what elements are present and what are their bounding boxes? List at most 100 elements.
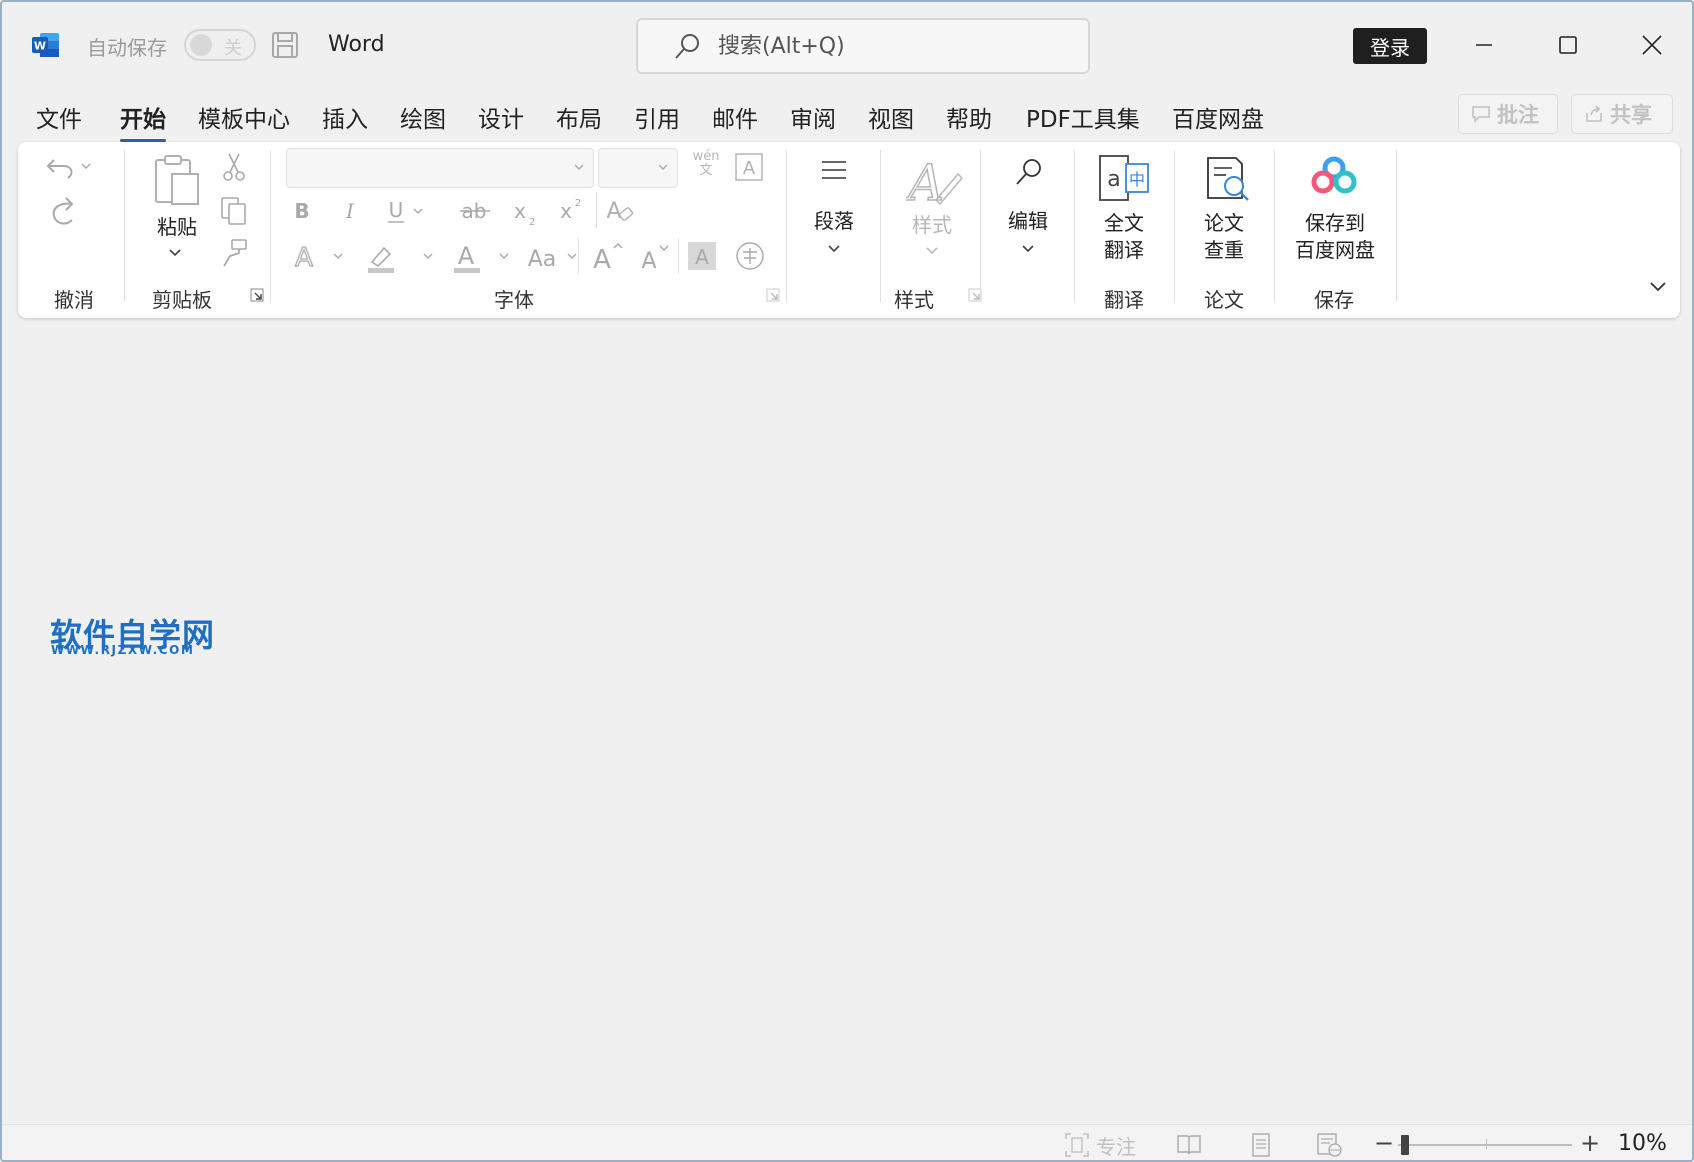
- tab-home[interactable]: 开始: [120, 100, 166, 142]
- tab-mailings[interactable]: 邮件: [712, 100, 758, 134]
- save-baidu-label-line2[interactable]: 百度网盘: [1280, 237, 1390, 264]
- word-app-icon[interactable]: W: [32, 32, 60, 58]
- svg-text:A: A: [641, 249, 656, 272]
- group-divider: [678, 238, 679, 274]
- focus-mode-button[interactable]: 专注: [1064, 1131, 1136, 1159]
- chevron-down-icon[interactable]: [657, 161, 669, 173]
- tab-review[interactable]: 审阅: [790, 100, 836, 134]
- find-icon[interactable]: [1012, 156, 1044, 190]
- font-name-combo[interactable]: [286, 148, 594, 188]
- zoom-level[interactable]: 10%: [1618, 1131, 1667, 1156]
- zoom-in-button[interactable]: +: [1580, 1129, 1600, 1157]
- text-effects-icon[interactable]: A: [290, 240, 346, 274]
- grow-font-icon[interactable]: A: [590, 240, 626, 272]
- tab-design[interactable]: 设计: [478, 100, 524, 134]
- tab-view[interactable]: 视图: [868, 100, 914, 134]
- underline-icon[interactable]: U: [386, 198, 426, 224]
- highlight-icon[interactable]: [364, 240, 434, 276]
- dialog-launcher-icon[interactable]: [250, 288, 264, 302]
- ribbon-collapse-icon[interactable]: [1648, 280, 1668, 294]
- svg-text:a: a: [1107, 167, 1120, 192]
- character-border-icon[interactable]: A: [734, 152, 764, 182]
- minimize-icon[interactable]: [1464, 28, 1504, 64]
- paper-check-icon[interactable]: [1202, 154, 1254, 206]
- editing-label[interactable]: 编辑: [998, 208, 1058, 235]
- save-icon[interactable]: [270, 30, 300, 60]
- read-mode-icon[interactable]: [1176, 1133, 1202, 1157]
- clear-formatting-icon[interactable]: A: [604, 194, 638, 226]
- translate-label-line2[interactable]: 翻译: [1094, 237, 1154, 264]
- share-button[interactable]: 共享: [1571, 94, 1673, 134]
- paragraph-label[interactable]: 段落: [804, 208, 864, 235]
- tab-layout[interactable]: 布局: [556, 100, 602, 134]
- tab-pdf-tools[interactable]: PDF工具集: [1026, 100, 1140, 134]
- svg-text:A: A: [295, 243, 313, 273]
- svg-text:A: A: [458, 242, 475, 270]
- styles-label[interactable]: 样式: [902, 212, 962, 239]
- chevron-down-icon[interactable]: [168, 248, 182, 258]
- login-button[interactable]: 登录: [1353, 28, 1427, 64]
- subscript-icon[interactable]: x 2: [512, 198, 540, 228]
- tab-template-center[interactable]: 模板中心: [198, 100, 290, 134]
- tab-baidu-netdisk[interactable]: 百度网盘: [1172, 100, 1264, 134]
- translate-group-label: 翻译: [1104, 288, 1144, 312]
- search-input[interactable]: [718, 28, 1068, 64]
- format-painter-icon[interactable]: [220, 238, 250, 268]
- paragraph-icon[interactable]: [818, 156, 850, 186]
- styles-icon[interactable]: A: [906, 152, 966, 208]
- svg-text:A: A: [593, 245, 611, 272]
- autosave-toggle[interactable]: 关: [184, 29, 256, 61]
- tab-help[interactable]: 帮助: [946, 100, 992, 134]
- paper-group-label: 论文: [1204, 288, 1244, 312]
- tab-references[interactable]: 引用: [634, 100, 680, 134]
- tab-file[interactable]: 文件: [36, 100, 82, 134]
- copy-icon[interactable]: [220, 196, 248, 226]
- zoom-slider-thumb[interactable]: [1401, 1135, 1410, 1155]
- baidu-netdisk-icon[interactable]: [1308, 154, 1360, 200]
- superscript-icon[interactable]: x 2: [558, 194, 586, 224]
- font-size-combo[interactable]: [598, 148, 678, 188]
- chevron-down-icon[interactable]: [827, 244, 841, 254]
- paste-label[interactable]: 粘贴: [154, 214, 200, 241]
- save-baidu-label-line1[interactable]: 保存到: [1280, 210, 1390, 237]
- paste-icon[interactable]: [152, 152, 204, 208]
- font-group-label: 字体: [494, 288, 534, 312]
- styles-group-label: 样式: [894, 288, 934, 312]
- comment-button[interactable]: 批注: [1458, 94, 1558, 134]
- undo-icon[interactable]: [44, 152, 96, 182]
- redo-icon[interactable]: [44, 194, 80, 228]
- italic-icon[interactable]: I: [340, 198, 360, 222]
- zoom-out-button[interactable]: −: [1374, 1129, 1394, 1157]
- enclose-characters-icon[interactable]: [734, 240, 766, 272]
- bold-icon[interactable]: B: [292, 198, 312, 222]
- ribbon-tabs: 文件 开始 模板中心 插入 绘图 设计 布局 引用 邮件 审阅 视图 帮助 PD…: [2, 94, 1692, 142]
- chevron-down-icon[interactable]: [573, 161, 585, 173]
- zoom-slider[interactable]: [1398, 1144, 1572, 1146]
- chevron-down-icon[interactable]: [925, 246, 939, 256]
- maximize-icon[interactable]: [1548, 28, 1588, 64]
- chevron-down-icon[interactable]: [1021, 244, 1035, 254]
- tab-draw[interactable]: 绘图: [400, 100, 446, 134]
- character-shading-icon[interactable]: A: [686, 240, 718, 272]
- clipboard-group-label: 剪贴板: [152, 288, 212, 312]
- print-layout-icon[interactable]: [1248, 1133, 1274, 1157]
- close-icon[interactable]: [1632, 28, 1672, 64]
- tab-insert[interactable]: 插入: [322, 100, 368, 134]
- strikethrough-icon[interactable]: ab: [458, 198, 492, 224]
- autosave-label: 自动保存: [87, 36, 167, 60]
- web-layout-icon[interactable]: [1316, 1133, 1342, 1157]
- translate-icon[interactable]: a 中: [1096, 152, 1152, 208]
- phonetic-bottom: 文: [699, 163, 713, 178]
- shrink-font-icon[interactable]: A: [638, 242, 672, 272]
- group-divider: [578, 238, 579, 274]
- cut-icon[interactable]: [222, 152, 246, 182]
- font-color-icon[interactable]: A: [450, 240, 512, 276]
- change-case-icon[interactable]: Aa: [526, 242, 582, 272]
- svg-text:A: A: [743, 158, 756, 179]
- paper-check-label-line2[interactable]: 查重: [1194, 237, 1254, 264]
- search-box[interactable]: [636, 18, 1090, 74]
- paper-check-label-line1[interactable]: 论文: [1194, 210, 1254, 237]
- phonetic-guide-button[interactable]: wén 文: [690, 150, 722, 182]
- dialog-launcher-icon[interactable]: [766, 288, 780, 302]
- translate-label-line1[interactable]: 全文: [1094, 210, 1154, 237]
